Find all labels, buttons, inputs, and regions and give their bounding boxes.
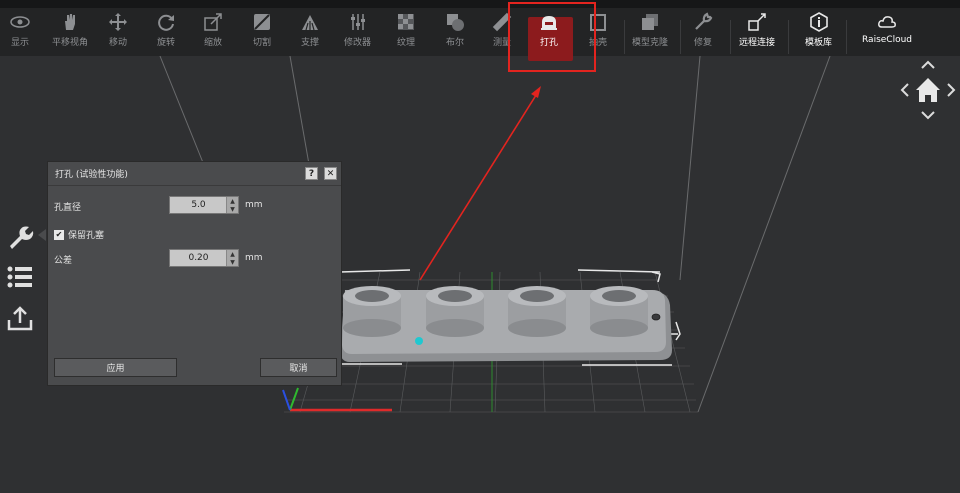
toolbar-separator <box>788 20 789 54</box>
hole-diameter-spinbox[interactable]: 5.0 ▲ ▼ <box>169 196 239 214</box>
toolbar-support-button[interactable]: 支撑 <box>300 12 320 56</box>
toolbar-texture-button[interactable]: 纹理 <box>396 12 416 56</box>
hand-icon <box>60 12 80 32</box>
toolbar-separator <box>680 20 681 54</box>
dialog-title: 打孔 (试验性功能) <box>55 170 128 180</box>
toolbar-scale-button[interactable]: 缩放 <box>203 12 223 56</box>
main-toolbar: 显示 平移视角 移动 旋转 缩放 切割 支撑 修改器 纹理 布尔 测量 打孔 抽… <box>0 0 960 61</box>
toolbar-separator <box>730 20 731 54</box>
apply-button[interactable]: 应用 <box>54 358 177 377</box>
annotation-highlight-box <box>508 2 596 72</box>
toolbar-cut-button[interactable]: 切割 <box>252 12 272 56</box>
panel-pointer-icon <box>38 229 46 241</box>
scale-icon <box>203 12 223 32</box>
hole-diameter-value[interactable]: 5.0 <box>170 197 227 213</box>
move-icon <box>108 12 128 32</box>
toolbar-move-button[interactable]: 移动 <box>108 12 128 56</box>
keep-plug-option[interactable]: ✔ 保留孔塞 <box>54 228 104 241</box>
toolbar-clone-button[interactable]: 模型克隆 <box>632 12 668 56</box>
toolbar-pan-button[interactable]: 平移视角 <box>52 12 88 56</box>
support-icon <box>300 12 320 32</box>
clone-icon <box>640 12 660 32</box>
nav-left-icon <box>900 83 909 97</box>
texture-icon <box>396 12 416 32</box>
keep-plug-checkbox[interactable]: ✔ <box>54 229 64 240</box>
toolbar-separator <box>846 20 847 54</box>
help-button[interactable]: ? <box>305 167 318 180</box>
upload-icon[interactable] <box>6 304 34 332</box>
nav-right-icon <box>947 83 956 97</box>
keep-plug-label: 保留孔塞 <box>68 231 105 241</box>
close-button[interactable]: ✕ <box>324 167 337 180</box>
toolbar-display-button[interactable]: 显示 <box>10 12 30 56</box>
home-icon <box>916 78 940 102</box>
toolbar-rotate-button[interactable]: 旋转 <box>156 12 176 56</box>
remote-connect-icon <box>747 12 767 32</box>
toolbar-template-library-button[interactable]: 模板库 <box>805 12 832 56</box>
toolbar-boolean-button[interactable]: 布尔 <box>445 12 465 56</box>
tolerance-unit: mm <box>245 253 263 263</box>
rotate-icon <box>156 12 176 32</box>
cloud-icon <box>877 12 897 32</box>
info-icon <box>809 12 829 32</box>
camera-nav-cluster <box>900 60 956 122</box>
spin-down-icon[interactable]: ▼ <box>226 205 238 213</box>
nav-down-icon <box>921 111 935 120</box>
spin-up-icon[interactable]: ▲ <box>226 250 238 258</box>
spin-up-icon[interactable]: ▲ <box>226 197 238 205</box>
tolerance-value[interactable]: 0.20 <box>170 250 227 266</box>
tolerance-label: 公差 <box>54 256 73 266</box>
repair-icon <box>693 12 713 32</box>
toolbar-separator <box>624 20 625 54</box>
dialog-header: 打孔 (试验性功能) <box>48 162 341 186</box>
toolbar-modifier-button[interactable]: 修改器 <box>344 12 371 56</box>
toolbar-raisecloud-button[interactable]: RaiseCloud <box>862 12 912 56</box>
toolbar-repair-button[interactable]: 修复 <box>693 12 713 56</box>
toolbar-remote-connect-button[interactable]: 远程连接 <box>739 12 775 56</box>
spin-down-icon[interactable]: ▼ <box>226 258 238 266</box>
nav-up-icon <box>921 60 935 69</box>
cut-icon <box>252 12 272 32</box>
eye-icon <box>10 12 30 32</box>
boolean-icon <box>445 12 465 32</box>
list-icon[interactable] <box>6 263 34 291</box>
wrench-icon[interactable] <box>6 222 34 250</box>
cancel-button[interactable]: 取消 <box>260 358 337 377</box>
modifier-icon <box>348 12 368 32</box>
tolerance-spinbox[interactable]: 0.20 ▲ ▼ <box>169 249 239 267</box>
hole-diameter-label: 孔直径 <box>54 203 82 213</box>
punch-hole-dialog: 打孔 (试验性功能) ? ✕ 孔直径 5.0 ▲ ▼ mm ✔ 保留孔塞 公差 … <box>47 161 342 386</box>
hole-diameter-unit: mm <box>245 200 263 210</box>
